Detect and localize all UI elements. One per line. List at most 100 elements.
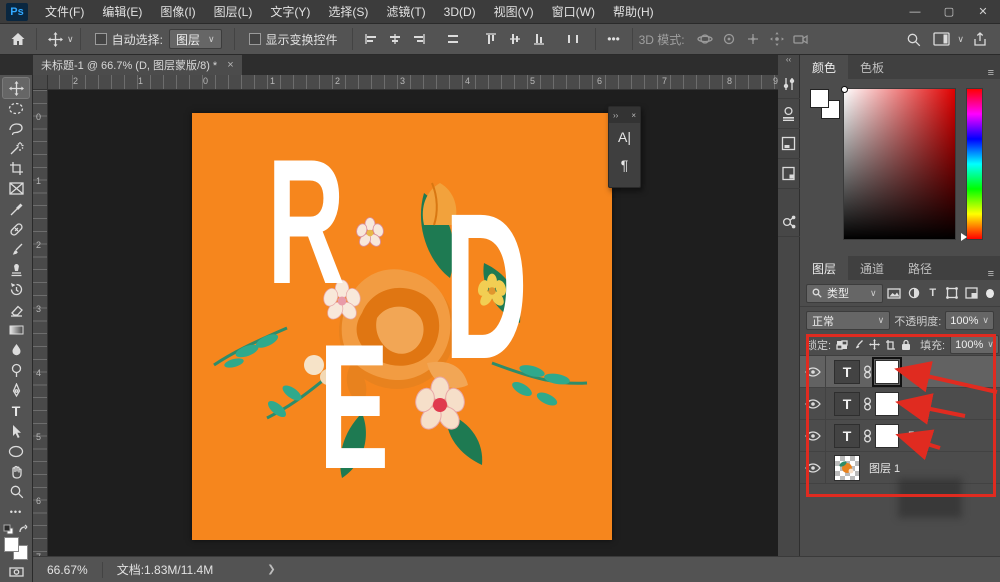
layer-name[interactable]: 图层 1 xyxy=(869,460,900,476)
crop-tool[interactable] xyxy=(3,159,29,179)
menu-window[interactable]: 窗口(W) xyxy=(543,0,604,24)
panel-close-icon[interactable]: × xyxy=(631,111,636,120)
blur-tool[interactable] xyxy=(3,340,29,360)
home-button[interactable] xyxy=(6,27,30,51)
status-options-chevron-icon[interactable]: ❯ xyxy=(267,564,275,575)
zoom-tool[interactable] xyxy=(3,481,29,501)
tab-color[interactable]: 颜色 xyxy=(800,55,849,79)
filter-smart-objects-button[interactable] xyxy=(964,285,979,302)
layer-row-r[interactable]: T R xyxy=(800,419,1000,452)
foreground-color-swatch[interactable] xyxy=(4,536,19,552)
pen-tool[interactable] xyxy=(3,381,29,401)
align-right-button[interactable] xyxy=(407,27,431,51)
layer-name[interactable]: R xyxy=(908,430,916,442)
zoom-level-field[interactable]: 66.67% xyxy=(33,563,102,577)
dock-adjustments-button[interactable] xyxy=(777,69,800,99)
document-tab[interactable]: 未标题-1 @ 66.7% (D, 图层蒙版/8) * × xyxy=(33,55,242,75)
auto-select-target-dropdown[interactable]: 图层 ∨ xyxy=(168,29,222,49)
canvas-viewport[interactable]: R D E xyxy=(48,90,778,556)
mask-link-icon[interactable] xyxy=(863,429,872,443)
dock-info-button[interactable] xyxy=(777,159,800,189)
preset-chevron-icon[interactable]: ∨ xyxy=(67,34,74,45)
shape-tool[interactable] xyxy=(3,441,29,461)
collapse-dock-icon[interactable]: ‹‹ xyxy=(786,55,791,69)
hand-tool[interactable] xyxy=(3,461,29,481)
layer-mask-thumbnail[interactable] xyxy=(872,356,902,387)
layer-name[interactable]: E xyxy=(908,398,915,410)
lock-position-button[interactable] xyxy=(869,338,881,352)
tab-close-icon[interactable]: × xyxy=(227,59,233,71)
visibility-toggle[interactable] xyxy=(800,419,826,452)
character-panel-button[interactable]: A| xyxy=(609,123,640,151)
filter-adjustment-layers-button[interactable] xyxy=(906,285,921,302)
menu-3d[interactable]: 3D(D) xyxy=(435,0,485,24)
dock-libraries-button[interactable] xyxy=(777,99,800,129)
align-bottom-button[interactable] xyxy=(527,27,551,51)
horizontal-ruler[interactable]: 2 1 0 1 2 3 4 5 6 7 8 9 xyxy=(33,75,778,90)
distribute-v-button[interactable] xyxy=(561,27,585,51)
tab-swatches[interactable]: 色板 xyxy=(848,55,896,79)
3d-drag-button[interactable] xyxy=(741,27,765,51)
panel-menu-icon[interactable]: ≡ xyxy=(982,67,1000,79)
layer-mask-thumbnail[interactable] xyxy=(875,391,899,416)
foreground-background-swatches[interactable] xyxy=(4,536,28,560)
filter-pixel-layers-button[interactable] xyxy=(887,285,902,302)
clone-stamp-tool[interactable] xyxy=(3,260,29,280)
quick-mask-button[interactable] xyxy=(3,562,29,582)
lock-artboard-button[interactable] xyxy=(885,338,896,352)
3d-slide-button[interactable] xyxy=(765,27,789,51)
type-layer-thumbnail[interactable]: T xyxy=(834,423,860,448)
filter-shape-layers-button[interactable] xyxy=(944,285,959,302)
dock-share-button[interactable] xyxy=(777,207,800,237)
vertical-ruler[interactable]: 0 1 2 3 4 5 6 7 xyxy=(33,90,48,562)
lasso-tool[interactable] xyxy=(3,118,29,138)
mask-link-icon[interactable] xyxy=(863,365,872,379)
layer-row-e[interactable]: T E xyxy=(800,387,1000,420)
layer-name[interactable]: D xyxy=(908,366,916,378)
menu-help[interactable]: 帮助(H) xyxy=(604,0,663,24)
foreground-color-swatch[interactable] xyxy=(810,89,829,108)
lock-pixels-button[interactable] xyxy=(853,338,864,352)
type-layer-thumbnail[interactable]: T xyxy=(834,391,860,416)
mask-link-icon[interactable] xyxy=(863,397,872,411)
layer-row-d[interactable]: T D xyxy=(800,355,1000,388)
minimize-button[interactable]: — xyxy=(898,0,932,24)
eyedropper-tool[interactable] xyxy=(3,199,29,219)
color-picker-cursor[interactable] xyxy=(841,86,848,93)
share-button[interactable] xyxy=(968,27,992,51)
move-tool[interactable] xyxy=(2,76,30,100)
tab-paths[interactable]: 路径 xyxy=(896,256,944,280)
panel-expand-icon[interactable]: ›› xyxy=(613,111,618,120)
edit-toolbar-button[interactable]: ••• xyxy=(3,502,29,522)
align-center-h-button[interactable] xyxy=(383,27,407,51)
eraser-tool[interactable] xyxy=(3,300,29,320)
fill-field[interactable]: 100% ∨ xyxy=(950,335,999,354)
blend-mode-dropdown[interactable]: 正常 ∨ xyxy=(806,311,891,330)
align-middle-button[interactable] xyxy=(503,27,527,51)
menu-view[interactable]: 视图(V) xyxy=(485,0,543,24)
lock-transparency-button[interactable] xyxy=(836,338,848,352)
auto-select-checkbox[interactable] xyxy=(94,33,107,45)
marquee-tool[interactable] xyxy=(3,98,29,118)
tab-channels[interactable]: 通道 xyxy=(848,256,896,280)
path-selection-tool[interactable] xyxy=(3,421,29,441)
close-button[interactable]: ✕ xyxy=(966,0,1000,24)
show-transform-checkbox[interactable] xyxy=(248,33,261,45)
search-button[interactable] xyxy=(901,27,925,51)
tab-layers[interactable]: 图层 xyxy=(800,256,849,280)
menu-edit[interactable]: 编辑(E) xyxy=(93,0,151,24)
menu-select[interactable]: 选择(S) xyxy=(319,0,377,24)
lock-all-button[interactable] xyxy=(901,338,911,352)
menu-file[interactable]: 文件(F) xyxy=(36,0,93,24)
visibility-toggle[interactable] xyxy=(800,387,826,420)
layer-mask-thumbnail[interactable] xyxy=(875,423,899,448)
swap-colors-icon[interactable] xyxy=(18,524,29,535)
hue-slider-marker[interactable] xyxy=(961,233,967,241)
align-left-button[interactable] xyxy=(359,27,383,51)
color-panel-fg-bg-swatches[interactable] xyxy=(810,89,840,119)
hue-slider[interactable] xyxy=(961,88,983,241)
gradient-tool[interactable] xyxy=(3,320,29,340)
healing-brush-tool[interactable] xyxy=(3,219,29,239)
type-layer-thumbnail[interactable]: T xyxy=(834,359,860,384)
history-brush-tool[interactable] xyxy=(3,280,29,300)
